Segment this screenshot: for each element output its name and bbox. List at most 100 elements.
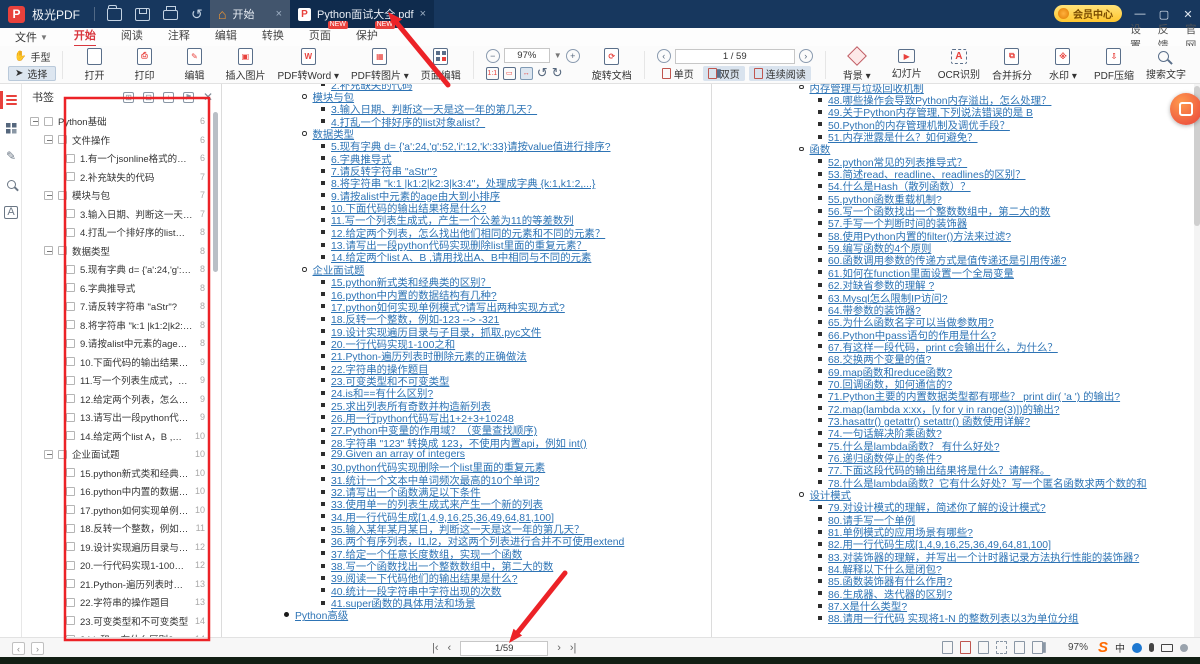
toc-link[interactable]: Python高级 xyxy=(295,607,348,622)
prev-page-icon[interactable]: ‹ xyxy=(448,642,452,654)
bookmark-row[interactable]: 模块与包7 xyxy=(22,186,221,205)
next-page-button[interactable]: › xyxy=(799,49,813,63)
bookmark-row[interactable]: 15.python新式类和经典类...10 xyxy=(22,464,221,483)
toc-link[interactable]: 41.super函数的具体用法和场景 xyxy=(331,595,475,610)
menu-tab[interactable]: 转换 xyxy=(262,27,284,47)
checkbox[interactable] xyxy=(66,376,75,385)
bookmark-row[interactable]: 17.python如何实现单例模...10 xyxy=(22,501,221,520)
view-mode-icon[interactable] xyxy=(942,641,953,654)
keyboard-icon[interactable] xyxy=(1161,644,1173,652)
toc-link[interactable]: 78.什么是lambda函数？它有什么好处？写一个匿名函数求两个数的和 xyxy=(828,475,1147,490)
checkbox[interactable] xyxy=(66,505,75,514)
checkbox[interactable] xyxy=(58,246,67,255)
menu-tab[interactable]: 页面NEW xyxy=(309,27,331,47)
checkbox[interactable] xyxy=(66,228,75,237)
chevron-down-icon[interactable]: ▼ xyxy=(554,51,562,60)
collapse-box-icon[interactable] xyxy=(44,246,53,255)
edit-button[interactable]: ✎编辑 xyxy=(175,48,213,82)
member-center-button[interactable]: 会员中心 xyxy=(1054,5,1122,22)
last-page-icon[interactable]: ›| xyxy=(570,642,577,654)
checkbox[interactable] xyxy=(58,450,67,459)
menu-tab[interactable]: 开始 xyxy=(74,27,96,47)
continuous-button[interactable]: 连续阅读 xyxy=(749,66,811,81)
bookmark-row[interactable]: 8.将字符串 "k:1 |k1:2|k2:3|k...8 xyxy=(22,316,221,335)
checkbox[interactable] xyxy=(66,302,75,311)
collapse-box-icon[interactable] xyxy=(30,117,39,126)
bookmark-row[interactable]: Python基础6 xyxy=(22,112,221,131)
slideshow-button[interactable]: ▶幻灯片 xyxy=(888,49,926,80)
merge-split-button[interactable]: ⧉合并拆分 xyxy=(992,48,1032,82)
print-button[interactable]: ⎙打印 xyxy=(125,48,163,82)
bookmark-row[interactable]: 10.下面代码的输出结果将是...9 xyxy=(22,353,221,372)
menu-file[interactable]: 文件▼ xyxy=(15,29,48,45)
menu-tab[interactable]: 编辑 xyxy=(215,27,237,47)
view-mode-icon[interactable] xyxy=(996,641,1007,654)
checkbox[interactable] xyxy=(58,135,67,144)
page-edit-button[interactable]: 页面编辑 xyxy=(421,48,461,82)
next-page-icon[interactable]: › xyxy=(557,642,561,654)
search-panel-icon[interactable] xyxy=(0,172,22,196)
compress-button[interactable]: ⇩PDF压缩 xyxy=(1094,48,1134,82)
checkbox[interactable] xyxy=(66,394,75,403)
thumbnails-panel-icon[interactable] xyxy=(0,116,22,140)
rotate-left-icon[interactable]: ↺ xyxy=(537,65,548,81)
toc-link[interactable]: 4.打乱一个排好序的list对象alist？ xyxy=(331,114,485,129)
first-page-icon[interactable]: |‹ xyxy=(432,642,439,654)
bookmark-row[interactable]: 数据类型8 xyxy=(22,242,221,261)
view-mode-icon[interactable] xyxy=(978,641,989,654)
view-mode-icon[interactable] xyxy=(960,641,971,654)
double-page-button[interactable]: 双页 xyxy=(703,66,745,81)
pdf-to-word-button[interactable]: WPDF转Word ▾ xyxy=(277,48,339,82)
zoom-input[interactable]: 97% xyxy=(504,48,550,63)
watermark-button[interactable]: ※水印 ▾ xyxy=(1044,48,1082,82)
bookmark-row[interactable]: 20.一行代码实现1-100之和12 xyxy=(22,556,221,575)
sogou-logo-icon[interactable]: S xyxy=(1098,639,1108,656)
bookmark-icon[interactable]: ⚑ xyxy=(183,92,194,103)
rotate-right-icon[interactable]: ↻ xyxy=(552,65,563,81)
bookmark-row[interactable]: 1.有一个jsonline格式的文件f...6 xyxy=(22,149,221,168)
collapse-all-icon[interactable]: ⊟ xyxy=(143,92,154,103)
menu-tab[interactable]: 注释 xyxy=(168,27,190,47)
main-scrollbar[interactable] xyxy=(1194,84,1200,637)
bookmark-row[interactable]: 23.可变类型和不可变类型14 xyxy=(22,612,221,631)
next-view-button[interactable]: › xyxy=(31,642,44,655)
tab-home[interactable]: ⌂ 开始 × xyxy=(210,0,290,28)
toc-link[interactable]: 14.给定两个list A、B ,请用找出A、B中相同与不同的元素 xyxy=(331,249,591,264)
checkbox[interactable] xyxy=(66,616,75,625)
bookmark-row[interactable]: 3.输入日期、判断这一天是...7 xyxy=(22,205,221,224)
page-indicator-input[interactable]: 1 / 59 xyxy=(675,49,795,64)
bookmark-row[interactable]: 14.给定两个list A，B ,请用...10 xyxy=(22,427,221,446)
zoom-in-button[interactable]: + xyxy=(566,49,580,63)
bookmark-row[interactable]: 企业面试题10 xyxy=(22,445,221,464)
prev-view-button[interactable]: ‹ xyxy=(12,642,25,655)
ime-circle-icon[interactable] xyxy=(1132,643,1142,653)
close-tab-icon[interactable]: × xyxy=(420,8,426,20)
toc-link[interactable]: 29.Given an array of integers xyxy=(331,449,465,460)
bookmark-row[interactable]: 5.现有字典 d= {'a':24,'g':52,...8 xyxy=(22,260,221,279)
checkbox[interactable] xyxy=(66,172,75,181)
input-mode-icon[interactable]: 中 xyxy=(1115,640,1125,655)
single-page-button[interactable]: 单页 xyxy=(657,66,699,81)
person-icon[interactable] xyxy=(1180,644,1188,652)
tab-document[interactable]: P Python面试大全.pdf × xyxy=(290,0,434,28)
toc-link[interactable]: 51.内存泄露是什么？如何避免？ xyxy=(828,129,978,144)
bookmarks-panel-icon[interactable] xyxy=(0,88,22,112)
undo-icon[interactable]: ↺ xyxy=(191,7,203,21)
checkbox[interactable] xyxy=(66,598,75,607)
bookmark-row[interactable]: 16.python中内置的数据结...10 xyxy=(22,482,221,501)
checkbox[interactable] xyxy=(66,265,75,274)
checkbox[interactable] xyxy=(66,561,75,570)
open-file-icon[interactable] xyxy=(107,8,122,21)
checkbox[interactable] xyxy=(66,357,75,366)
open-button[interactable]: 打开 xyxy=(75,48,113,82)
collapse-box-icon[interactable] xyxy=(44,450,53,459)
menu-tab[interactable]: 阅读 xyxy=(121,27,143,47)
toc-link[interactable]: 88.请用一行代码 实现将1-N 的整数列表以3为单位分组 xyxy=(828,610,1079,625)
collapse-box-icon[interactable] xyxy=(44,135,53,144)
fit-width-button[interactable]: ↔ xyxy=(520,67,533,80)
checkbox[interactable] xyxy=(66,209,75,218)
bookmark-row[interactable]: 13.请写出一段python代码实...9 xyxy=(22,408,221,427)
bookmark-row[interactable]: 19.设计实现遍历目录与子目...12 xyxy=(22,538,221,557)
bookmark-row[interactable]: 11.写一个列表生成式，产生...9 xyxy=(22,371,221,390)
checkbox[interactable] xyxy=(66,431,75,440)
